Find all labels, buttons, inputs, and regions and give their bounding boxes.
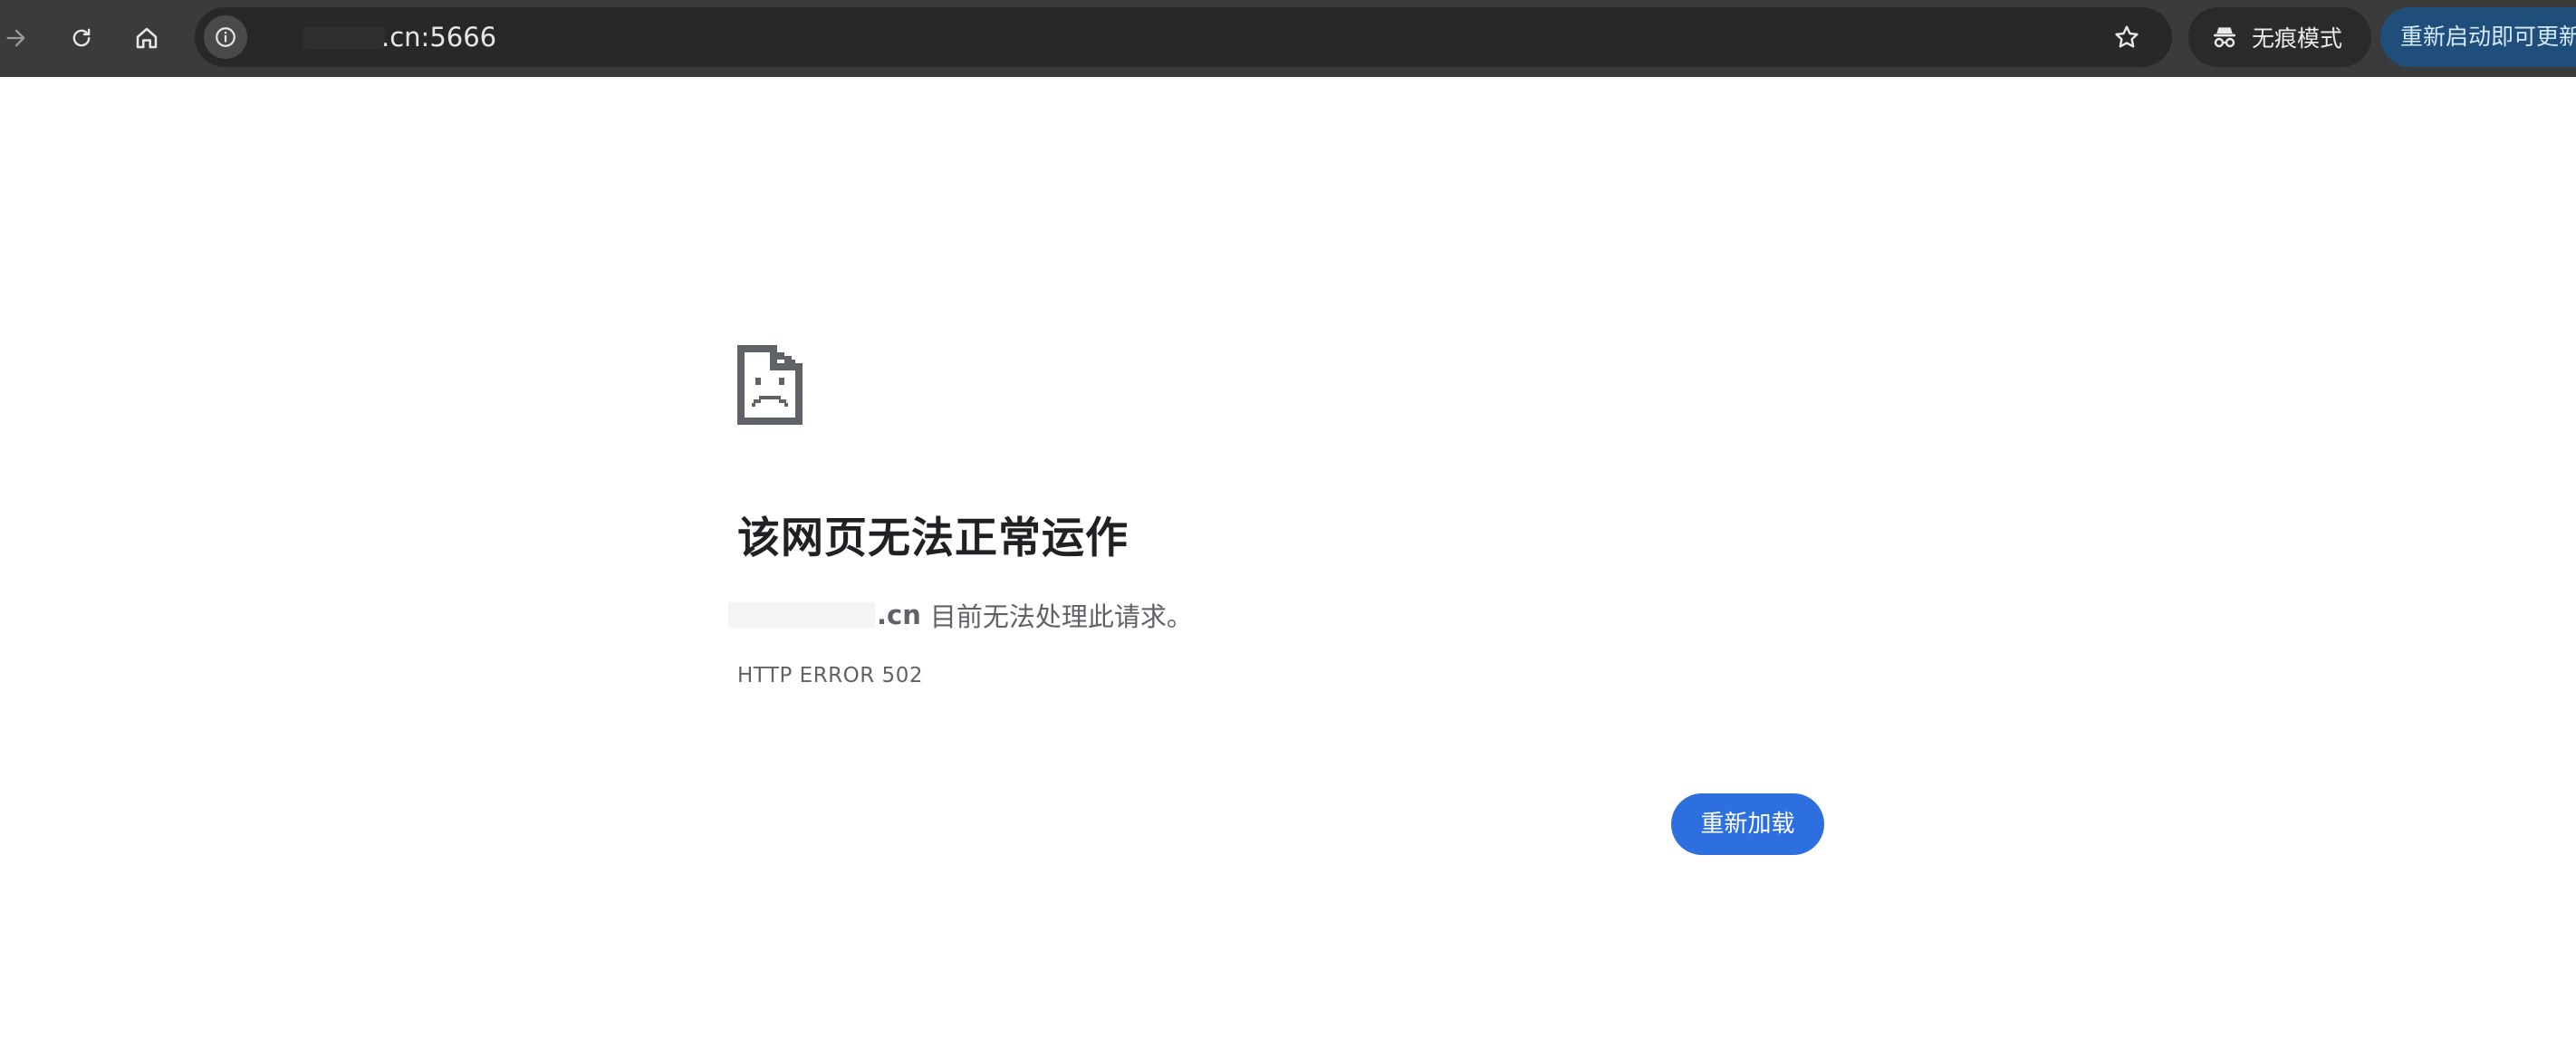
star-icon — [2115, 25, 2139, 48]
info-icon — [216, 27, 235, 47]
error-description-text: 目前无法处理此请求。 — [929, 601, 1193, 632]
host-redacted-region — [728, 602, 875, 628]
home-icon — [136, 27, 158, 49]
url-redacted-region — [303, 27, 385, 49]
error-host: .cn — [877, 600, 921, 630]
arrow-right-icon — [6, 29, 25, 47]
error-code: HTTP ERROR 502 — [737, 664, 923, 687]
reload-page-button[interactable] — [56, 13, 107, 63]
restart-to-update-button[interactable]: 重新启动即可更新 — [2380, 7, 2576, 67]
incognito-icon — [2210, 23, 2239, 52]
reload-icon — [72, 28, 91, 47]
home-button[interactable] — [121, 13, 172, 63]
error-page: 该网页无法正常运作 .cn 目前无法处理此请求。 HTTP ERROR 502 … — [0, 77, 2576, 1047]
browser-toolbar: .cn:5666 无痕模式 重新启动即可更新 — [0, 0, 2576, 77]
forward-button[interactable] — [0, 13, 42, 63]
site-info-button[interactable] — [204, 15, 247, 59]
url-text[interactable]: .cn:5666 — [381, 7, 496, 67]
bookmark-button[interactable] — [2109, 19, 2145, 55]
reload-button[interactable]: 重新加载 — [1671, 793, 1824, 855]
error-description: .cn 目前无法处理此请求。 — [728, 597, 1193, 633]
incognito-label: 无痕模式 — [2252, 25, 2343, 52]
incognito-indicator[interactable]: 无痕模式 — [2188, 7, 2371, 67]
error-title: 该网页无法正常运作 — [737, 514, 1129, 563]
sad-page-icon — [737, 345, 803, 425]
address-bar[interactable]: .cn:5666 — [195, 7, 2172, 67]
